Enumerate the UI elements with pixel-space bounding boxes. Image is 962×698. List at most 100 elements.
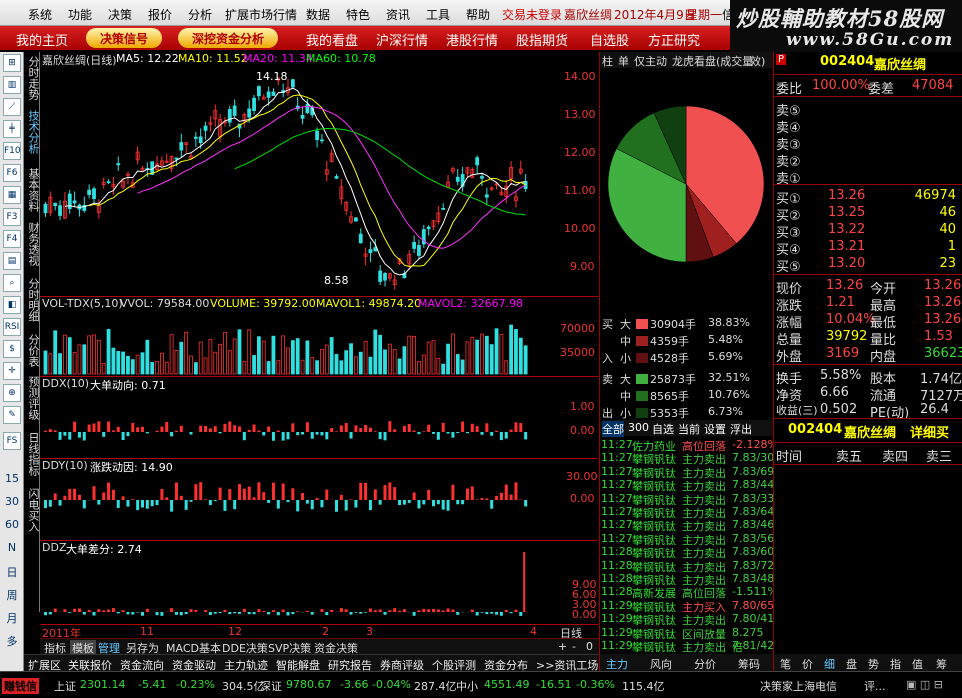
tab-technical[interactable]: 技术分析 — [26, 110, 40, 154]
menu-tools[interactable]: 工具 — [426, 6, 450, 23]
period-day[interactable]: 日 — [0, 564, 24, 580]
nav-watchlist[interactable]: 自选股 — [590, 30, 629, 49]
tab-index[interactable]: 指 — [890, 656, 901, 672]
nav-my-board[interactable]: 我的看盘 — [306, 30, 358, 49]
alert-row[interactable]: 11:27 攀钢钒钛 主力卖出 7.83/69 — [600, 465, 774, 480]
login-status[interactable]: 交易未登录 — [502, 6, 562, 23]
alert-row[interactable]: 11:28 攀钢钒钛 主力卖出 7.83/48 — [600, 572, 774, 587]
tab-minute-detail[interactable]: 分时明细 — [26, 278, 40, 322]
alert-row[interactable]: 11:27 攀钢钒钛 主力卖出 7.83/30 — [600, 451, 774, 466]
tab-basic-info[interactable]: 基本资料 — [26, 168, 40, 212]
tab-tick[interactable]: 笔 — [780, 656, 791, 672]
menu-extended-market[interactable]: 扩展市场行情 — [225, 6, 297, 23]
tab-financial[interactable]: 财务透视 — [26, 222, 40, 266]
tab-active-only[interactable]: 仅主动 — [634, 53, 667, 69]
tab-bar[interactable]: 柱 — [602, 53, 613, 69]
zoom-icon[interactable]: ⊕ — [3, 384, 21, 402]
period-multi[interactable]: 多 — [0, 633, 24, 649]
tab-all[interactable]: 全部 — [602, 421, 624, 437]
menu-system[interactable]: 系统 — [28, 6, 52, 23]
nav-founder-research[interactable]: 方正研究 — [648, 30, 700, 49]
menu-help[interactable]: 帮助 — [466, 6, 490, 23]
tab-flash-buy[interactable]: 闪电买入 — [26, 488, 40, 532]
period-15[interactable]: 15 — [0, 472, 24, 485]
crosshair-icon[interactable]: ✛ — [3, 362, 21, 380]
menu-decision[interactable]: 决策 — [108, 6, 132, 23]
period-60[interactable]: 60 — [0, 518, 24, 531]
tab-wind[interactable]: 风向 — [650, 656, 672, 672]
tab-board[interactable]: 盘 — [846, 656, 857, 672]
period-30[interactable]: 30 — [0, 495, 24, 508]
tab-price-split[interactable]: 分价 — [694, 656, 716, 672]
alert-row[interactable]: 11:29 攀钢钒钛 主力卖出 7.81/42 — [600, 639, 774, 654]
fs-icon[interactable]: FS — [3, 432, 21, 450]
menu-news[interactable]: 资讯 — [386, 6, 410, 23]
nav-sh-sz[interactable]: 沪深行情 — [376, 30, 428, 49]
candlestick-icon[interactable]: ╪ — [3, 120, 21, 138]
alert-row[interactable]: 11:27 攀钢钒钛 主力卖出 7.83/64 — [600, 505, 774, 520]
alert-row[interactable]: 11:29 攀钢钒钛 区间放量 8.275倍 — [600, 626, 774, 654]
alert-row[interactable]: 11:27 攀钢钒钛 主力卖出 7.83/44 — [600, 478, 774, 493]
kline-icon[interactable]: ▥ — [3, 76, 21, 94]
menu-quote[interactable]: 报价 — [148, 6, 172, 23]
quote-table-icon[interactable]: ▦ — [3, 186, 21, 204]
nav-hk[interactable]: 港股行情 — [446, 30, 498, 49]
rsi-icon[interactable]: RSI — [3, 318, 21, 336]
tab-daily-indicator[interactable]: 日线指标 — [26, 432, 40, 476]
nav-fund-analysis[interactable]: 深挖资金分析 — [178, 28, 279, 48]
tab-chips[interactable]: 筹码 — [738, 656, 760, 672]
detail-buy-link[interactable]: 详细买 — [910, 422, 949, 441]
status-review[interactable]: 评... — [864, 678, 886, 694]
tab-float[interactable]: 浮出 — [730, 421, 752, 437]
nav-decision-signal[interactable]: 决策信号 — [86, 28, 163, 48]
alert-row[interactable]: 11:29 攀钢钒钛 主力买入 7.80/65 — [600, 599, 774, 614]
zoom-reset-button[interactable]: 0 — [586, 640, 593, 653]
alert-row[interactable]: 11:28 攀钢钒钛 主力卖出 7.83/72 — [600, 559, 774, 574]
alert-row[interactable]: 11:29 攀钢钒钛 主力卖出 7.80/41 — [600, 612, 774, 627]
alert-row[interactable]: 11:27 攀钢钒钛 主力卖出 7.83/56 — [600, 532, 774, 547]
menu-analysis[interactable]: 分析 — [188, 6, 212, 23]
report-icon[interactable]: F6 — [3, 164, 21, 182]
tab-forecast[interactable]: 预测评级 — [26, 376, 40, 420]
f4-icon[interactable]: F4 — [3, 230, 21, 248]
period-week[interactable]: 周 — [0, 587, 24, 603]
period-n[interactable]: N — [0, 541, 24, 554]
tab-price-table[interactable]: 分价表 — [26, 334, 40, 367]
zoom-out-button[interactable]: - — [572, 640, 576, 653]
trend-icon[interactable]: ⟋ — [3, 98, 21, 116]
tab-chip[interactable]: 筹 — [936, 656, 947, 672]
tab-settings[interactable]: 设置 — [704, 421, 726, 437]
alert-row[interactable]: 11:27 攀钢钒钛 主力卖出 7.83/33 — [600, 492, 774, 507]
tab-300[interactable]: 300 — [628, 421, 649, 434]
menu-data[interactable]: 数据 — [306, 6, 330, 23]
minute-chart-icon[interactable]: ⊞ — [3, 54, 21, 72]
tab-minute-trend[interactable]: 分时走势 — [26, 56, 40, 100]
alert-row[interactable]: 11:27 佐力药业 高位回落 -2.128% — [600, 438, 778, 453]
tab-value[interactable]: 值 — [912, 656, 923, 672]
tab-price[interactable]: 价 — [802, 656, 813, 672]
tab-single[interactable]: 单 — [618, 53, 629, 69]
menu-function[interactable]: 功能 — [68, 6, 92, 23]
zoom-in-button[interactable]: + — [558, 640, 567, 653]
f3-icon[interactable]: F3 — [3, 208, 21, 226]
tab-favorites[interactable]: 自选 — [652, 421, 674, 437]
status-icons[interactable]: ▣ ◫ ⊟ — [906, 678, 943, 691]
tab-trend[interactable]: 势 — [868, 656, 879, 672]
tab-current[interactable]: 当前 — [678, 421, 700, 437]
tab-main-force[interactable]: 主力 — [606, 656, 628, 672]
period-month[interactable]: 月 — [0, 610, 24, 626]
kline-chart-panel[interactable]: 嘉欣丝绸(日线) MA5: 12.22 MA10: 11.52 MA20: 11… — [40, 52, 598, 640]
nav-my-home[interactable]: 我的主页 — [16, 30, 68, 49]
tab-dragon-tiger[interactable]: 龙虎看盘(成交量 — [672, 53, 753, 69]
alert-row[interactable]: 11:28 高新发展 高位回落 -1.511% — [600, 585, 778, 600]
f10-icon[interactable]: F10 — [3, 142, 21, 160]
pencil-icon[interactable]: ✎ — [3, 406, 21, 424]
nav-futures[interactable]: 股指期货 — [516, 30, 568, 49]
menu-features[interactable]: 特色 — [346, 6, 370, 23]
status-money-signal[interactable]: 赚钱信 — [2, 678, 39, 694]
tab-detail[interactable]: 细 — [824, 656, 835, 672]
ranking-icon[interactable]: ▤ — [3, 252, 21, 270]
alert-row[interactable]: 11:27 攀钢钒钛 主力卖出 7.83/46 — [600, 518, 774, 533]
alert-row[interactable]: 11:28 攀钢钒钛 主力卖出 7.83/60 — [600, 545, 774, 560]
search-icon[interactable]: ⌕ — [3, 274, 21, 292]
